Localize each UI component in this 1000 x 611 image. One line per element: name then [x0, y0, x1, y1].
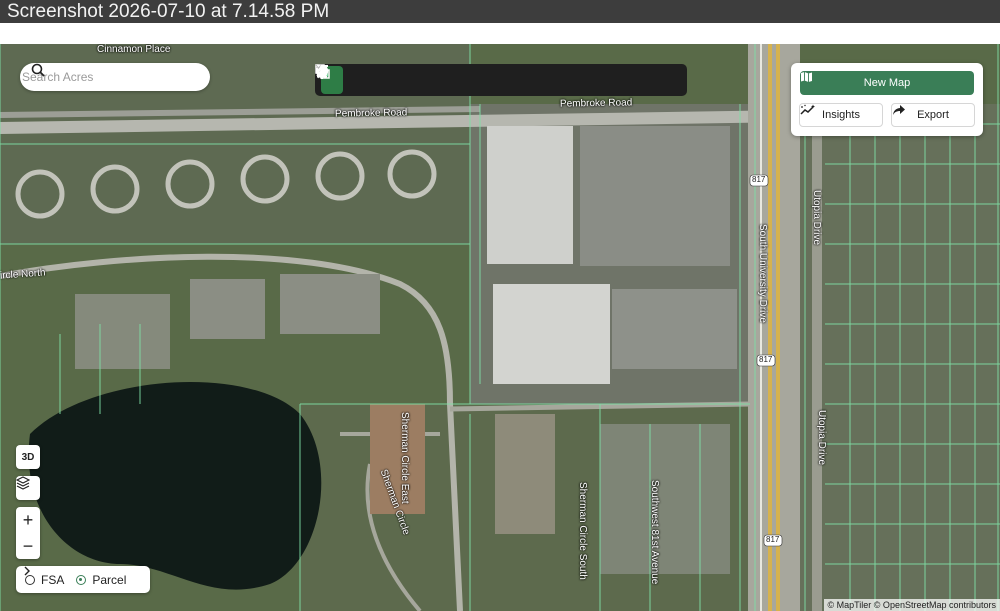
route-shield: 817: [766, 535, 780, 544]
text-tool-button[interactable]: [316, 65, 549, 94]
parcel-label[interactable]: Parcel: [92, 573, 126, 587]
search-bar[interactable]: [20, 63, 210, 91]
line-dropdown[interactable]: [315, 64, 489, 94]
new-map-button[interactable]: New Map: [800, 71, 974, 95]
measure-tool-button[interactable]: [317, 66, 610, 94]
person-tool-button[interactable]: [317, 64, 397, 94]
layers-icon: [16, 476, 30, 490]
street-label: Pembroke Road: [334, 107, 408, 120]
export-label: Export: [917, 109, 949, 121]
street-label: Utopia Drive: [816, 410, 827, 466]
street-label: Sherman Circle East: [399, 412, 410, 504]
drawing-toolbar: [315, 64, 687, 96]
insights-icon: [800, 104, 815, 115]
browser-bar: [0, 23, 1000, 44]
fsa-radio[interactable]: [25, 574, 35, 585]
boundary-layer-selector: FSA Parcel: [16, 566, 150, 593]
chevron-right-icon[interactable]: [23, 566, 31, 576]
map-canvas[interactable]: Cinnamon Place Pembroke Road Pembroke Ro…: [0, 44, 1000, 611]
shape-dropdown[interactable]: [315, 64, 582, 94]
zoom-in-button[interactable]: +: [16, 507, 40, 533]
add-point-tool-button[interactable]: [315, 64, 370, 94]
zoom-controls: + −: [16, 507, 40, 559]
upload-tool-button[interactable]: [317, 66, 662, 94]
share-arrow-icon: [893, 105, 905, 115]
insights-button[interactable]: Insights: [799, 103, 883, 127]
street-label: Pembroke Road: [559, 97, 633, 110]
street-label: Cinnamon Place: [97, 44, 171, 55]
search-icon: [31, 63, 45, 77]
fsa-label[interactable]: FSA: [41, 573, 64, 587]
history-tool-button[interactable]: [316, 65, 424, 94]
pin-dropdown[interactable]: [315, 64, 521, 94]
parcel-radio[interactable]: [76, 574, 87, 585]
street-label: Sherman Circle South: [577, 482, 588, 580]
flag-tool-button[interactable]: [317, 65, 449, 94]
window-title: Screenshot 2026-07-10 at 7.14.58 PM: [0, 0, 1000, 23]
survey-tool-button[interactable]: [317, 64, 636, 94]
new-map-label: New Map: [863, 77, 911, 89]
layers-button[interactable]: [16, 476, 40, 500]
map-icon: [801, 72, 812, 82]
line-tool-button[interactable]: [316, 65, 481, 94]
map-attribution[interactable]: © MapTiler © OpenStreetMap contributors: [823, 599, 1000, 611]
street-label: South University Drive: [757, 224, 768, 323]
route-shield: 817: [752, 175, 766, 184]
flag-dropdown[interactable]: [315, 64, 457, 94]
export-button[interactable]: Export: [891, 103, 975, 127]
pin-tool-button[interactable]: [318, 65, 513, 94]
street-label: Utopia Drive: [811, 190, 822, 246]
shape-tool-button[interactable]: [315, 64, 574, 94]
zoom-out-button[interactable]: −: [16, 533, 40, 559]
insights-label: Insights: [822, 109, 860, 121]
route-shield: 817: [759, 355, 773, 364]
upload-icon: [317, 66, 327, 78]
3d-toggle-button[interactable]: 3D: [16, 445, 40, 469]
map-actions-panel: New Map Insights Export: [791, 63, 983, 136]
street-label: Southwest 81st Avenue: [649, 480, 660, 585]
